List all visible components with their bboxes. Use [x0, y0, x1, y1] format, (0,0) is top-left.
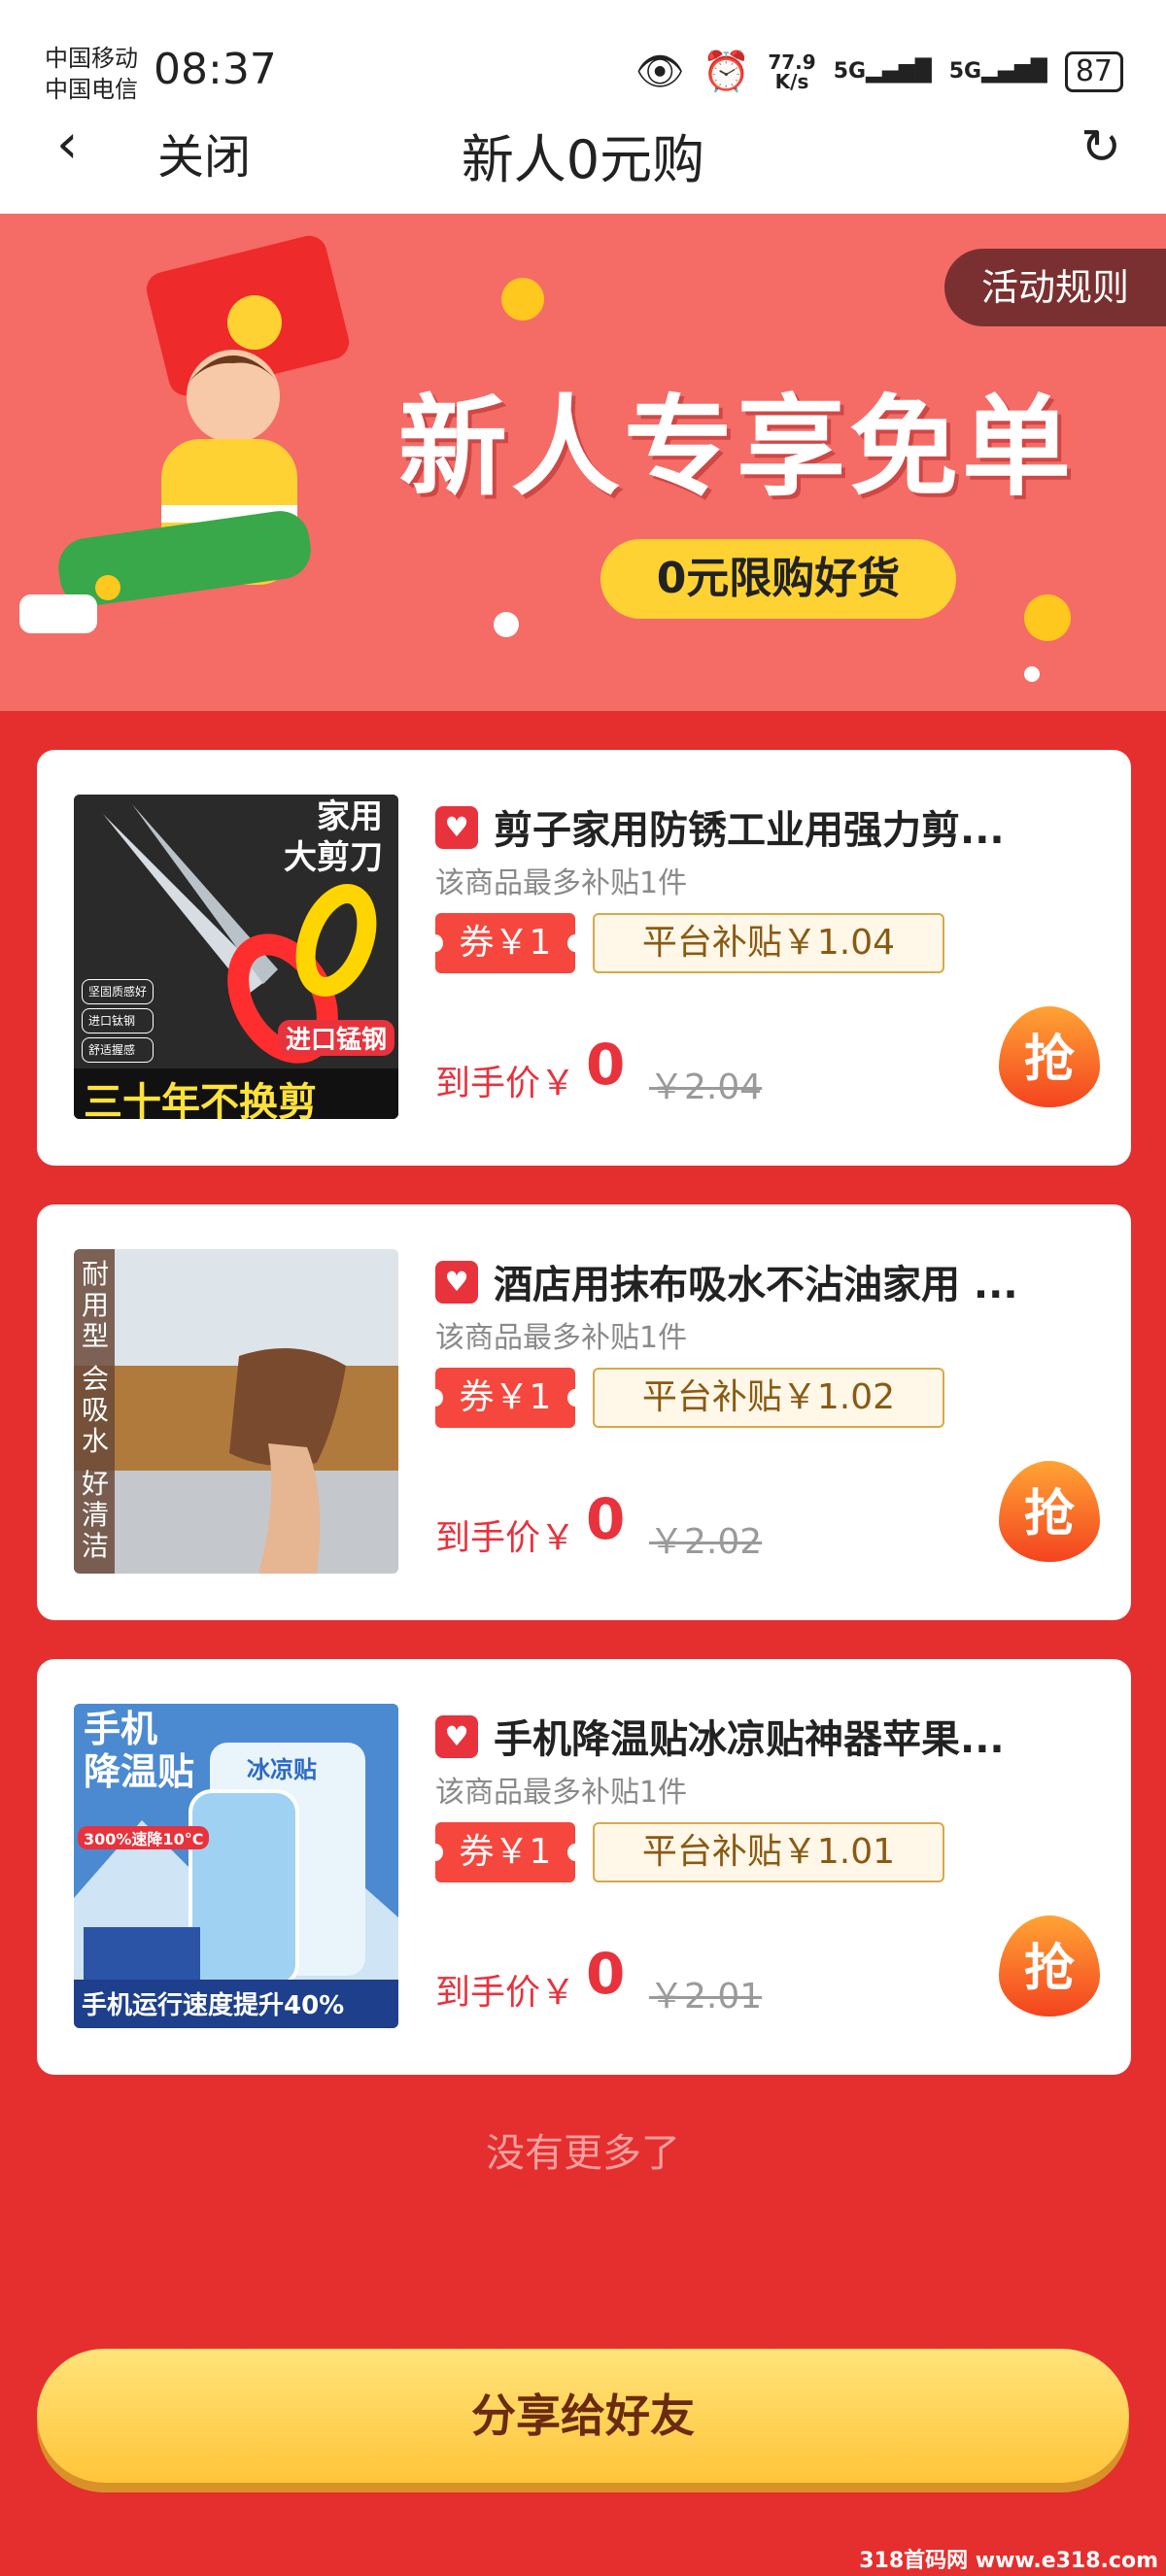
- eye-icon: 👁: [634, 50, 685, 94]
- subsidy-limit: 该商品最多补贴1件: [435, 1776, 688, 1810]
- refresh-icon[interactable]: ↻: [1080, 119, 1121, 175]
- final-price-label: 到手价￥: [435, 1518, 576, 1558]
- final-price-label: 到手价￥: [435, 1064, 576, 1103]
- net-speed-value: 77.9: [768, 50, 816, 74]
- grab-button[interactable]: 抢: [999, 1461, 1100, 1562]
- product-name[interactable]: 酒店用抹布吸水不沾油家用 ...: [494, 1253, 1106, 1309]
- product-name[interactable]: 手机降温贴冰凉贴神器苹果...: [494, 1708, 1106, 1764]
- thumb-pack-label: 冰凉贴: [247, 1756, 317, 1783]
- platform-subsidy-badge: 平台补贴￥1.04: [593, 913, 944, 973]
- thumb-caption: 家用 大剪刀: [284, 797, 383, 877]
- carrier-1: 中国移动: [45, 45, 138, 72]
- final-price-value: 0: [586, 1486, 626, 1552]
- activity-rules-button[interactable]: 活动规则: [944, 249, 1166, 326]
- subsidy-limit: 该商品最多补贴1件: [435, 866, 688, 900]
- coupon-badge: 券￥1: [428, 1368, 583, 1428]
- coupon-badge: 券￥1: [428, 913, 583, 973]
- store-logo-icon: ♥: [435, 1261, 478, 1304]
- chevron-left-icon[interactable]: ‹: [56, 113, 78, 176]
- status-icons: 👁 ⏰ 77.9 K/s 5G▂▄▆█ 5G▂▄▆█ 87: [635, 49, 1123, 94]
- product-image[interactable]: 耐用型 会吸水 好清洁: [74, 1249, 398, 1574]
- grab-button[interactable]: 抢: [999, 1915, 1100, 2017]
- thumb-features: 坚固质感好 进口钛钢 舒适握感: [82, 979, 154, 1063]
- net-speed-unit: K/s: [774, 69, 809, 93]
- nav-bar: 新人0元购 ‹ 关闭 ↻: [0, 105, 1166, 214]
- coin-icon: [95, 575, 120, 600]
- clock: 08:37: [154, 45, 277, 94]
- store-logo-icon: ♥: [435, 806, 478, 849]
- product-card[interactable]: 家用 大剪刀 坚固质感好 进口钛钢 舒适握感 进口锰钢 三十年不换剪 ♥ 剪子家…: [37, 750, 1131, 1166]
- battery-icon: 87: [1064, 51, 1123, 92]
- net-speed: 77.9 K/s: [768, 52, 815, 91]
- thumb-tag: 进口锰钢: [277, 1020, 394, 1056]
- banner-headline: 新人专享免单: [398, 385, 1075, 511]
- product-card[interactable]: 耐用型 会吸水 好清洁 ♥ 酒店用抹布吸水不沾油家用 ... 该商品最多补贴1件…: [37, 1204, 1131, 1620]
- coin-icon: [1024, 594, 1071, 641]
- promo-banner: 活动规则 新人专享免单 0元限购好货: [0, 214, 1166, 711]
- no-more-text: 没有更多了: [486, 2131, 680, 2176]
- watermark: 318首码网 www.e318.com: [859, 2549, 1158, 2573]
- carrier-names: 中国移动 中国电信: [45, 43, 138, 105]
- final-price-value: 0: [586, 1941, 626, 2007]
- coin-icon: [501, 278, 544, 321]
- subsidy-limit: 该商品最多补贴1件: [435, 1321, 688, 1355]
- dishcloth-image: [74, 1249, 398, 1574]
- thumb-slogan: 三十年不换剪: [84, 1080, 317, 1119]
- product-name[interactable]: 剪子家用防锈工业用强力剪...: [494, 798, 1106, 855]
- thumb-caption: 耐用型 会吸水 好清洁: [82, 1258, 110, 1562]
- coupon-badge: 券￥1: [428, 1822, 583, 1882]
- thumb-tag: 300%速降10°C: [78, 1826, 210, 1849]
- product-card[interactable]: 手机 降温贴 300%速降10°C 冰凉贴 手机运行速度提升40% ♥ 手机降温…: [37, 1659, 1131, 2075]
- platform-subsidy-badge: 平台补贴￥1.01: [593, 1822, 944, 1882]
- carrier-2: 中国电信: [45, 76, 138, 103]
- person-holding-red-envelope-illustration: [19, 235, 350, 633]
- signal-1-icon: 5G▂▄▆█: [833, 59, 932, 84]
- product-image[interactable]: 手机 降温贴 300%速降10°C 冰凉贴 手机运行速度提升40%: [74, 1704, 398, 2028]
- decor-dot: [494, 612, 519, 637]
- thumb-slogan: 手机运行速度提升40%: [82, 1991, 345, 2020]
- original-price: ￥2.02: [649, 1522, 763, 1562]
- signal-2-icon: 5G▂▄▆█: [948, 59, 1047, 84]
- grab-button[interactable]: 抢: [999, 1006, 1100, 1107]
- alarm-icon: ⏰: [702, 50, 751, 94]
- product-image[interactable]: 家用 大剪刀 坚固质感好 进口钛钢 舒适握感 进口锰钢 三十年不换剪: [74, 795, 398, 1119]
- platform-subsidy-badge: 平台补贴￥1.02: [593, 1368, 944, 1428]
- store-logo-icon: ♥: [435, 1715, 478, 1758]
- original-price: ￥2.01: [649, 1977, 763, 2017]
- status-bar: 中国移动 中国电信 08:37 👁 ⏰ 77.9 K/s 5G▂▄▆█ 5G▂▄…: [0, 0, 1166, 105]
- banner-subline: 0元限购好货: [600, 539, 956, 619]
- original-price: ￥2.04: [649, 1068, 763, 1107]
- share-button[interactable]: 分享给好友: [37, 2349, 1129, 2483]
- decor-dot: [1024, 666, 1040, 682]
- close-button[interactable]: 关闭: [157, 119, 251, 186]
- final-price-value: 0: [586, 1032, 626, 1098]
- final-price-label: 到手价￥: [435, 1973, 576, 2013]
- thumb-caption: 手机 降温贴: [84, 1708, 195, 1793]
